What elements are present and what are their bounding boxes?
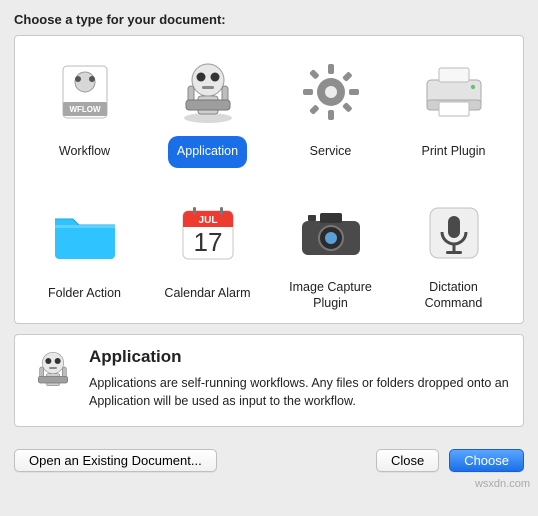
close-button[interactable]: Close [376,449,439,472]
type-application[interactable]: Application [148,50,267,172]
calendar-icon: JUL 17 [170,196,246,272]
type-image-capture-plugin[interactable]: Image Capture Plugin [271,192,390,317]
type-grid-panel: WFLOW Workflow [14,35,524,324]
type-workflow[interactable]: WFLOW Workflow [25,50,144,172]
mic-icon [416,196,492,272]
type-print-plugin[interactable]: Print Plugin [394,50,513,172]
type-label: Print Plugin [413,136,495,168]
robot-icon [29,347,77,410]
type-label: Image Capture Plugin [273,278,388,313]
svg-text:JUL: JUL [198,215,217,226]
type-label: Folder Action [39,278,130,310]
prompt-label: Choose a type for your document: [14,12,524,27]
type-label: Workflow [50,136,119,168]
type-folder-action[interactable]: Folder Action [25,192,144,317]
type-label: Dictation Command [396,278,511,313]
printer-icon [416,54,492,130]
folder-icon [47,196,123,272]
type-service[interactable]: Service [271,50,390,172]
type-grid: WFLOW Workflow [25,50,513,317]
type-calendar-alarm[interactable]: JUL 17 Calendar Alarm [148,192,267,317]
svg-text:17: 17 [193,227,222,257]
workflow-icon: WFLOW [47,54,123,130]
open-existing-button[interactable]: Open an Existing Document... [14,449,217,472]
description-title: Application [89,347,509,367]
description-text: Applications are self-running workflows.… [89,375,509,410]
choose-button[interactable]: Choose [449,449,524,472]
description-panel: Application Applications are self-runnin… [14,334,524,427]
type-label: Calendar Alarm [155,278,259,310]
type-label: Service [301,136,361,168]
type-label: Application [168,136,247,168]
watermark-text: wsxdn.com [475,478,530,490]
camera-icon [293,196,369,272]
gear-icon [293,54,369,130]
footer-bar: Open an Existing Document... Close Choos… [14,449,524,472]
svg-text:WFLOW: WFLOW [69,105,101,114]
robot-icon [170,54,246,130]
type-dictation-command[interactable]: Dictation Command [394,192,513,317]
